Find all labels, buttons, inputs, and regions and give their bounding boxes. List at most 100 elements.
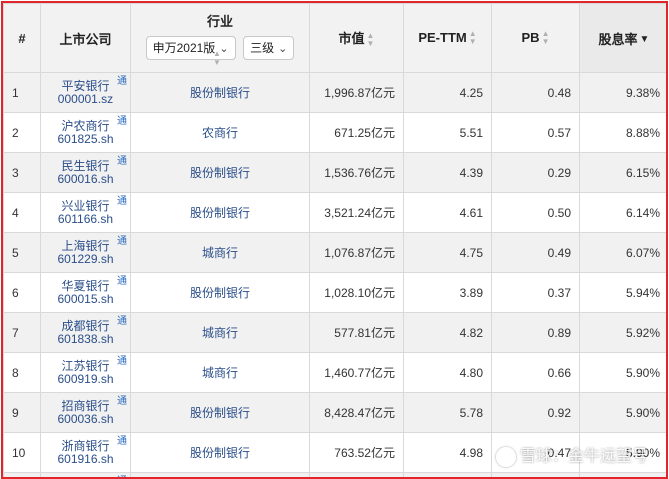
company-cell[interactable]: 成都银行 601838.sh 通 bbox=[40, 312, 131, 353]
industry-cell[interactable]: 城商行 bbox=[130, 352, 310, 393]
dividend-yield-cell: 5.94% bbox=[579, 272, 666, 313]
connect-badge: 通 bbox=[117, 276, 127, 287]
company-cell[interactable]: 江苏银行 600919.sh 通 bbox=[40, 352, 131, 393]
dividend-yield-cell: 5.90% bbox=[579, 432, 666, 473]
company-cell[interactable]: 沪农商行 601825.sh 通 bbox=[40, 112, 131, 153]
row-index: 2 bbox=[3, 112, 41, 153]
dividend-yield-cell: 8.88% bbox=[579, 112, 666, 153]
pe-cell: 5.51 bbox=[403, 112, 492, 153]
industry-cell[interactable]: 股份制银行 bbox=[130, 152, 310, 193]
row-index: 3 bbox=[3, 152, 41, 193]
industry-cell[interactable]: 农商行 bbox=[130, 112, 310, 153]
stock-table: # 上市公司 行业 申万2021版 ⌄ 三级 ⌄ ▲ ▼ 市值 ▲ ▼ PE-TTM ▲ ▼ … bbox=[3, 3, 666, 477]
col-index-header: # bbox=[3, 3, 41, 73]
pb-cell: 0.92 bbox=[491, 392, 580, 433]
pe-cell: 5.78 bbox=[403, 392, 492, 433]
table-row[interactable]: 3 民生银行 600016.sh 通股份制银行 1,536.76亿元 4.39 0.29 6.… bbox=[3, 152, 666, 193]
pe-cell: 4.75 bbox=[403, 232, 492, 273]
connect-badge: 通 bbox=[117, 356, 127, 367]
industry-cell[interactable]: 股份制银行 bbox=[130, 272, 310, 313]
sort-desc-icon[interactable]: ▼ bbox=[640, 35, 650, 45]
table-frame: # 上市公司 行业 申万2021版 ⌄ 三级 ⌄ ▲ ▼ 市值 ▲ ▼ PE-TTM ▲ ▼ … bbox=[1, 1, 668, 479]
industry-cell[interactable]: 城商行 bbox=[130, 232, 310, 273]
pb-cell: 0.66 bbox=[491, 352, 580, 393]
pb-cell: 0.50 bbox=[491, 192, 580, 233]
connect-badge: 通 bbox=[117, 316, 127, 327]
market-cap-cell: 763.52亿元 bbox=[309, 432, 404, 473]
table-row-partial: 通 bbox=[3, 472, 666, 477]
company-cell[interactable]: 浙商银行 601916.sh 通 bbox=[40, 432, 131, 473]
pb-cell: 0.29 bbox=[491, 152, 580, 193]
table-row[interactable]: 5 上海银行 601229.sh 通城商行 1,076.87亿元 4.75 0.49 6.07… bbox=[3, 232, 666, 273]
row-index: 1 bbox=[3, 72, 41, 113]
table-row[interactable]: 10 浙商银行 601916.sh 通股份制银行 763.52亿元 4.98 0.47 5.9… bbox=[3, 432, 666, 473]
row-index: 10 bbox=[3, 432, 41, 473]
industry-cell[interactable]: 股份制银行 bbox=[130, 432, 310, 473]
industry-level-select[interactable]: 三级 ⌄ bbox=[243, 35, 295, 60]
pb-cell: 0.49 bbox=[491, 232, 580, 273]
pb-cell: 0.47 bbox=[491, 432, 580, 473]
industry-cell[interactable]: 股份制银行 bbox=[130, 72, 310, 113]
sort-both-icon[interactable]: ▲ ▼ bbox=[213, 49, 221, 67]
col-company-header: 上市公司 bbox=[40, 3, 131, 73]
company-cell[interactable]: 兴业银行 601166.sh 通 bbox=[40, 192, 131, 233]
company-cell[interactable]: 民生银行 600016.sh 通 bbox=[40, 152, 131, 193]
market-cap-cell: 1,460.77亿元 bbox=[309, 352, 404, 393]
row-index: 8 bbox=[3, 352, 41, 393]
col-pb-header[interactable]: PB ▲ ▼ bbox=[491, 3, 580, 73]
market-cap-cell: 1,536.76亿元 bbox=[309, 152, 404, 193]
table-row[interactable]: 6 华夏银行 600015.sh 通股份制银行 1,028.10亿元 3.89 0.37 5.… bbox=[3, 272, 666, 313]
connect-badge: 通 bbox=[117, 236, 127, 247]
company-code: 601825.sh bbox=[57, 131, 114, 146]
pe-cell: 4.80 bbox=[403, 352, 492, 393]
market-cap-cell: 671.25亿元 bbox=[309, 112, 404, 153]
company-code: 600015.sh bbox=[57, 291, 114, 306]
sort-both-icon[interactable]: ▲ ▼ bbox=[542, 30, 550, 46]
sort-both-icon[interactable]: ▲ ▼ bbox=[367, 31, 375, 48]
company-code: 601838.sh bbox=[57, 331, 114, 346]
row-index: 9 bbox=[3, 392, 41, 433]
industry-cell[interactable]: 股份制银行 bbox=[130, 192, 310, 233]
col-dividend-header[interactable]: 股息率 ▼ bbox=[579, 3, 666, 73]
col-market-cap-header[interactable]: 市值 ▲ ▼ bbox=[309, 3, 404, 73]
table-row[interactable]: 7 成都银行 601838.sh 通城商行 577.81亿元 4.82 0.89 5.92% bbox=[3, 312, 666, 353]
company-cell[interactable]: 招商银行 600036.sh 通 bbox=[40, 392, 131, 433]
row-index: 4 bbox=[3, 192, 41, 233]
col-industry-header: 行业 申万2021版 ⌄ 三级 ⌄ ▲ ▼ bbox=[130, 3, 310, 73]
pe-cell: 4.98 bbox=[403, 432, 492, 473]
dividend-yield-cell: 5.92% bbox=[579, 312, 666, 353]
connect-badge: 通 bbox=[117, 475, 127, 477]
company-cell[interactable]: 上海银行 601229.sh 通 bbox=[40, 232, 131, 273]
market-cap-cell: 1,028.10亿元 bbox=[309, 272, 404, 313]
sort-both-icon[interactable]: ▲ ▼ bbox=[469, 30, 477, 46]
table-row[interactable]: 2 沪农商行 601825.sh 通农商行 671.25亿元 5.51 0.57 8.88% bbox=[3, 112, 666, 153]
table-row[interactable]: 4 兴业银行 601166.sh 通股份制银行 3,521.24亿元 4.61 0.50 6.… bbox=[3, 192, 666, 233]
col-pe-header[interactable]: PE-TTM ▲ ▼ bbox=[403, 3, 492, 73]
company-code: 601916.sh bbox=[57, 451, 114, 466]
pe-cell: 4.39 bbox=[403, 152, 492, 193]
chevron-down-icon: ⌄ bbox=[278, 42, 288, 55]
pe-cell: 4.25 bbox=[403, 72, 492, 113]
connect-badge: 通 bbox=[117, 116, 127, 127]
dividend-yield-cell: 9.38% bbox=[579, 72, 666, 113]
industry-cell[interactable]: 城商行 bbox=[130, 312, 310, 353]
pb-cell: 0.89 bbox=[491, 312, 580, 353]
company-code: 000001.sz bbox=[57, 91, 114, 106]
pb-cell: 0.37 bbox=[491, 272, 580, 313]
table-row[interactable]: 8 江苏银行 600919.sh 通城商行 1,460.77亿元 4.80 0.66 5.90… bbox=[3, 352, 666, 393]
company-cell[interactable]: 华夏银行 600015.sh 通 bbox=[40, 272, 131, 313]
connect-badge: 通 bbox=[117, 436, 127, 447]
company-code: 601166.sh bbox=[57, 211, 114, 226]
market-cap-cell: 8,428.47亿元 bbox=[309, 392, 404, 433]
table-body: 1 平安银行 000001.sz 通股份制银行 1,996.87亿元 4.25 0.48 9.… bbox=[3, 72, 666, 477]
industry-standard-select[interactable]: 申万2021版 ⌄ bbox=[145, 35, 236, 60]
industry-title: 行业 bbox=[206, 13, 233, 29]
row-index: 7 bbox=[3, 312, 41, 353]
industry-cell[interactable]: 股份制银行 bbox=[130, 392, 310, 433]
pe-cell: 4.61 bbox=[403, 192, 492, 233]
company-cell[interactable]: 平安银行 000001.sz 通 bbox=[40, 72, 131, 113]
market-cap-cell: 3,521.24亿元 bbox=[309, 192, 404, 233]
table-row[interactable]: 1 平安银行 000001.sz 通股份制银行 1,996.87亿元 4.25 0.48 9.… bbox=[3, 72, 666, 113]
company-code: 600016.sh bbox=[57, 171, 114, 186]
table-row[interactable]: 9 招商银行 600036.sh 通股份制银行 8,428.47亿元 5.78 0.92 5.… bbox=[3, 392, 666, 433]
